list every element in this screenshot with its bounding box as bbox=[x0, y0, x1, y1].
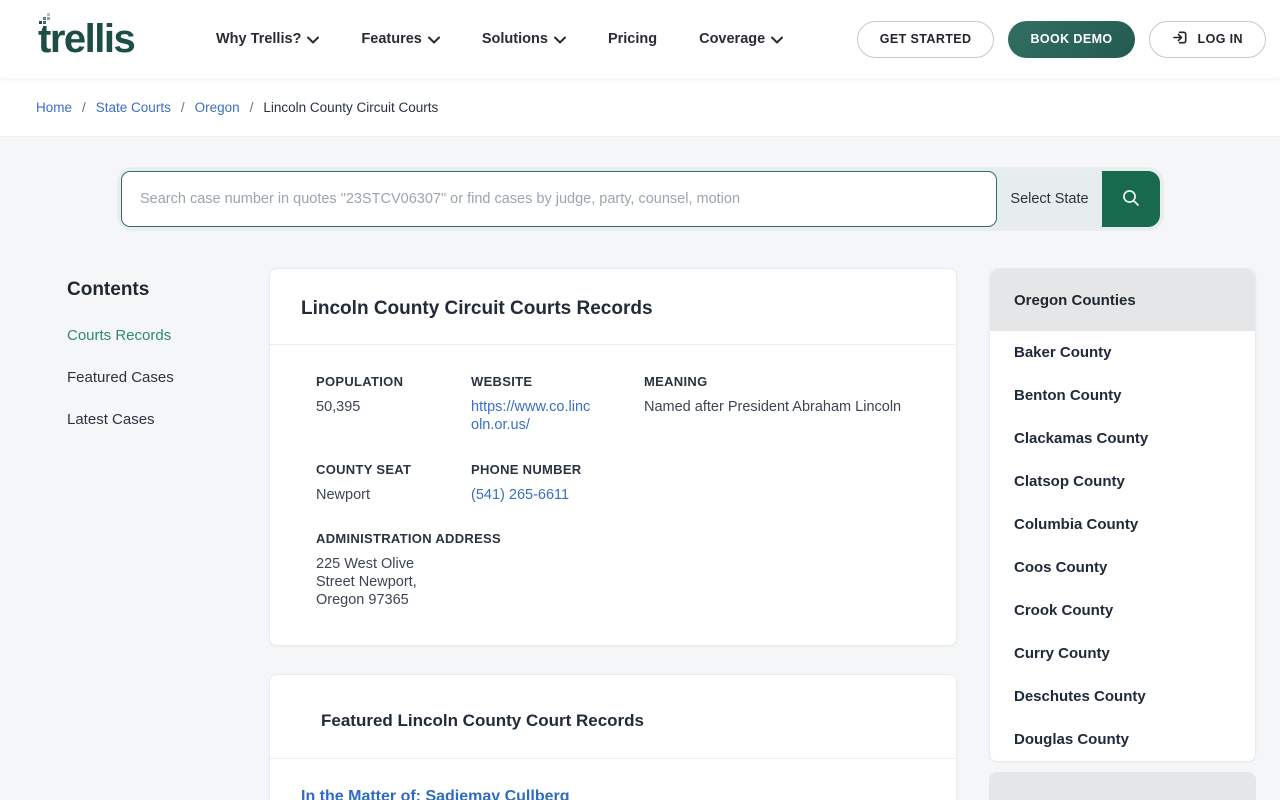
search-button[interactable] bbox=[1102, 171, 1160, 227]
log-in-button[interactable]: LOG IN bbox=[1148, 20, 1266, 58]
page-content: Select State Contents Courts Records Fea… bbox=[0, 137, 1280, 800]
search-input[interactable] bbox=[121, 171, 997, 227]
nav-item-why-trellis[interactable]: Why Trellis? bbox=[216, 30, 320, 48]
logo-text: trellis bbox=[38, 17, 136, 61]
logo-pixel-icon bbox=[39, 13, 50, 24]
featured-card-header: Featured Lincoln County Court Records bbox=[270, 675, 956, 759]
fact-meaning: MEANING Named after President Abraham Li… bbox=[644, 374, 926, 435]
chevron-down-icon bbox=[553, 32, 566, 48]
county-item-crook[interactable]: Crook County bbox=[990, 589, 1255, 632]
fact-label: WEBSITE bbox=[471, 374, 533, 389]
fact-value: Named after President Abraham Lincoln bbox=[644, 399, 902, 415]
sidebar-item-latest-cases[interactable]: Latest Cases bbox=[67, 411, 174, 428]
fact-value: 50,395 bbox=[316, 399, 361, 415]
breadcrumb: Home / State Courts / Oregon / Lincoln C… bbox=[36, 100, 438, 115]
breadcrumb-separator: / bbox=[249, 99, 254, 115]
fact-label: MEANING bbox=[644, 374, 708, 389]
fact-label: PHONE NUMBER bbox=[471, 461, 582, 477]
county-item-deschutes[interactable]: Deschutes County bbox=[990, 675, 1255, 718]
fact-label: POPULATION bbox=[316, 374, 404, 389]
sidebar-item-featured-cases[interactable]: Featured Cases bbox=[67, 369, 174, 386]
site-header: trellis Why Trellis? Features Solutions … bbox=[0, 0, 1280, 78]
fact-value: 225 West Olive Street Newport, Oregon 97… bbox=[316, 555, 417, 609]
nav-item-pricing[interactable]: Pricing bbox=[608, 31, 657, 47]
main-navigation: Why Trellis? Features Solutions Pricing … bbox=[216, 30, 784, 48]
county-item-douglas[interactable]: Douglas County bbox=[990, 718, 1255, 761]
nav-item-coverage[interactable]: Coverage bbox=[699, 30, 784, 48]
court-facts-grid: POPULATION 50,395 WEBSITE https://www.co… bbox=[270, 345, 956, 610]
county-item-coos[interactable]: Coos County bbox=[990, 546, 1255, 589]
get-started-button[interactable]: GET STARTED bbox=[856, 20, 995, 58]
case-search-bar: Select State bbox=[121, 171, 1160, 227]
nav-item-solutions[interactable]: Solutions bbox=[482, 30, 566, 48]
fact-county-seat: COUNTY SEAT Newport bbox=[316, 462, 471, 504]
court-card-header: Lincoln County Circuit Courts Records bbox=[270, 269, 956, 345]
breadcrumb-separator: / bbox=[82, 99, 86, 115]
phone-link[interactable]: (541) 265-6611 bbox=[471, 486, 644, 504]
featured-case-link[interactable]: In the Matter of: Sadiemay Cullberg bbox=[301, 788, 925, 800]
breadcrumb-bar: Home / State Courts / Oregon / Lincoln C… bbox=[0, 78, 1280, 137]
county-item-clatsop[interactable]: Clatsop County bbox=[990, 460, 1255, 503]
magnifier-icon bbox=[1120, 187, 1142, 212]
contents-title: Contents bbox=[67, 279, 150, 300]
sidebar-item-courts-records[interactable]: Courts Records bbox=[67, 327, 174, 344]
fact-phone-number: PHONE NUMBER (541) 265-6611 bbox=[471, 462, 644, 504]
next-panel-header[interactable] bbox=[989, 772, 1256, 800]
court-records-card: Lincoln County Circuit Courts Records PO… bbox=[269, 268, 957, 646]
breadcrumb-state-courts[interactable]: State Courts bbox=[96, 100, 171, 115]
county-item-benton[interactable]: Benton County bbox=[990, 374, 1255, 417]
fact-label: COUNTY SEAT bbox=[316, 461, 412, 477]
select-state-dropdown[interactable]: Select State bbox=[997, 171, 1102, 227]
fact-population: POPULATION 50,395 bbox=[316, 374, 471, 435]
breadcrumb-current-page: Lincoln County Circuit Courts bbox=[263, 99, 439, 115]
county-item-clackamas[interactable]: Clackamas County bbox=[990, 417, 1255, 460]
login-icon bbox=[1172, 29, 1189, 49]
page-title: Lincoln County Circuit Courts Records bbox=[301, 298, 653, 319]
trellis-logo[interactable]: trellis bbox=[38, 13, 168, 61]
fact-value: Newport bbox=[316, 486, 370, 503]
fact-website: WEBSITE https://www.co.lincoln.or.us/ bbox=[471, 374, 644, 435]
breadcrumb-oregon[interactable]: Oregon bbox=[195, 100, 240, 115]
featured-cases-title: Featured Lincoln County Court Records bbox=[321, 711, 645, 730]
county-item-columbia[interactable]: Columbia County bbox=[990, 503, 1255, 546]
header-actions: GET STARTED BOOK DEMO LOG IN bbox=[856, 20, 1266, 58]
nav-item-features[interactable]: Features bbox=[361, 30, 440, 48]
fact-label: ADMINISTRATION ADDRESS bbox=[316, 530, 501, 546]
website-link[interactable]: https://www.co.lincoln.or.us/ bbox=[471, 398, 597, 435]
oregon-counties-header[interactable]: Oregon Counties bbox=[990, 269, 1255, 331]
oregon-counties-panel: Oregon Counties Baker County Benton Coun… bbox=[989, 268, 1256, 762]
county-item-curry[interactable]: Curry County bbox=[990, 632, 1255, 675]
fact-administration-address: ADMINISTRATION ADDRESS 225 West Olive St… bbox=[316, 530, 501, 610]
chevron-down-icon bbox=[771, 32, 784, 48]
breadcrumb-separator: / bbox=[180, 99, 185, 115]
facts-grid-spacer bbox=[644, 462, 926, 504]
contents-sidebar: Contents Courts Records Featured Cases L… bbox=[67, 279, 174, 453]
chevron-down-icon bbox=[307, 32, 320, 48]
county-item-baker[interactable]: Baker County bbox=[990, 331, 1255, 374]
chevron-down-icon bbox=[427, 32, 440, 48]
featured-cases-card: Featured Lincoln County Court Records In… bbox=[269, 674, 957, 800]
breadcrumb-home[interactable]: Home bbox=[36, 100, 72, 115]
book-demo-button[interactable]: BOOK DEMO bbox=[1008, 20, 1135, 58]
